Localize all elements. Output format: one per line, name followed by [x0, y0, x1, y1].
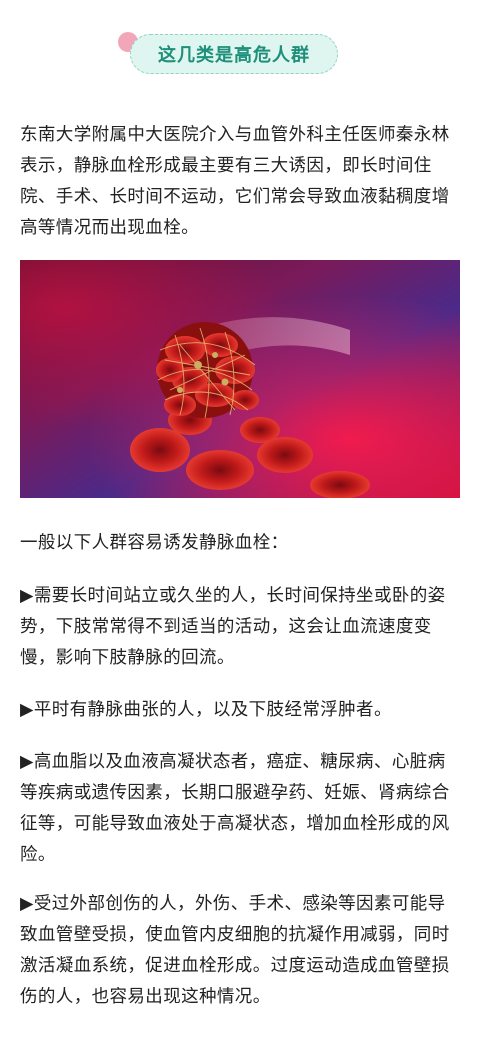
blood-clot-illustration-icon: [20, 260, 460, 498]
list-item: ▶平时有静脉曲张的人，以及下肢经常浮肿者。: [20, 700, 392, 720]
heading-pill: 这几类是高危人群: [130, 34, 338, 74]
section-heading: 这几类是高危人群: [118, 30, 344, 82]
list-item: ▶高血脂以及血液高凝状态者，癌症、糖尿病、心脏病等疾病或遗传因素，长期口服避孕药…: [20, 752, 450, 865]
intro-paragraph: 东南大学附属中大医院介入与血管外科主任医师秦永林表示，静脉血栓形成最主要有三大诱…: [20, 125, 450, 238]
list-item: ▶受过外部创伤的人，外伤、手术、感染等因素可能导致血管壁受损，使血管内皮细胞的抗…: [20, 894, 450, 1007]
heading-title: 这几类是高危人群: [158, 45, 310, 66]
list-item: ▶需要长时间站立或久坐的人，长时间保持坐或卧的姿势，下肢常常得不到适当的活动，这…: [20, 586, 446, 668]
blood-clot-image: [20, 260, 460, 498]
lead-paragraph: 一般以下人群容易诱发静脉血栓：: [20, 533, 289, 553]
